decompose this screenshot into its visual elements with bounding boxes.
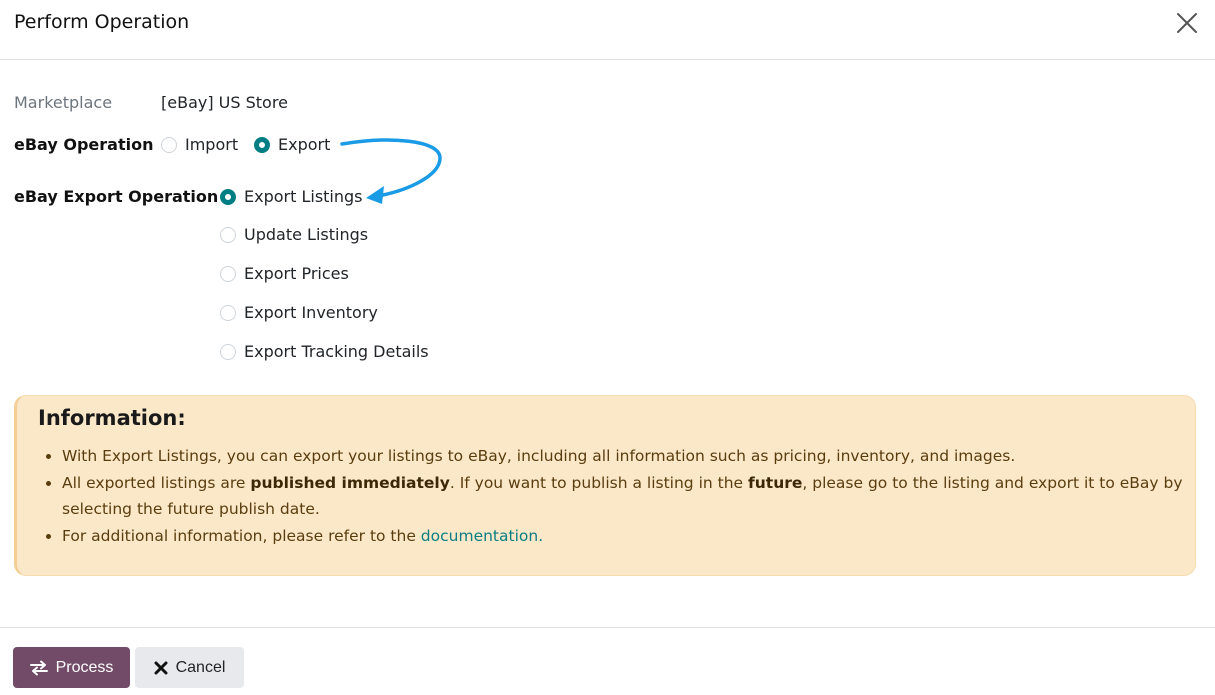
close-icon[interactable] [1175,11,1199,35]
radio-export-prices[interactable]: Export Prices [220,264,349,283]
cancel-button-label: Cancel [175,658,226,676]
process-button[interactable]: Process [13,647,130,688]
information-alert: Information: With Export Listings, you c… [14,395,1196,576]
info-item: All exported listings are published imme… [62,470,1187,523]
info-item-text: With Export Listings, you can export you… [62,447,1016,465]
exchange-icon [29,660,48,675]
radio-circle-checked[interactable] [220,188,236,205]
info-bold-text: future [748,473,803,492]
dialog-header: Perform Operation [0,0,1215,60]
radio-export-inventory[interactable]: Export Inventory [220,303,378,322]
footer-divider [0,627,1215,628]
radio-update-listings-label: Update Listings [244,225,369,244]
radio-export-label: Export [278,135,331,154]
radio-export-tracking-details-label: Export Tracking Details [244,342,429,361]
info-item-text: For additional information, please refer… [62,526,421,545]
info-item: With Export Listings, you can export you… [62,443,1187,470]
annotation-arrow-icon [340,138,442,204]
times-icon [154,661,168,674]
cancel-button[interactable]: Cancel [135,647,244,688]
radio-update-listings[interactable]: Update Listings [220,225,368,244]
radio-circle[interactable] [220,343,236,360]
radio-circle[interactable] [220,265,236,282]
radio-import-label: Import [185,135,239,154]
marketplace-label: Marketplace [14,93,113,112]
info-bold-text: published immediately [250,473,450,492]
radio-circle[interactable] [220,304,236,321]
radio-export[interactable]: Export [254,135,330,154]
info-item: For additional information, please refer… [62,523,1187,550]
info-item-text: . If you want to publish a listing in th… [449,473,748,492]
marketplace-value: [eBay] US Store [161,93,288,112]
information-list: With Export Listings, you can export you… [42,443,1187,549]
radio-export-prices-label: Export Prices [244,264,349,283]
info-item-text: All exported listings are [62,473,251,492]
ebay-operation-label: eBay Operation [14,135,154,154]
radio-import[interactable]: Import [161,135,238,154]
radio-export-inventory-label: Export Inventory [244,303,378,322]
radio-circle[interactable] [161,136,177,153]
information-title: Information: [38,406,186,430]
radio-export-tracking-details[interactable]: Export Tracking Details [220,342,429,361]
radio-circle[interactable] [220,226,236,243]
process-button-label: Process [55,658,114,676]
dialog-title: Perform Operation [14,11,190,33]
ebay-export-operation-label: eBay Export Operation [14,187,219,206]
radio-circle-checked[interactable] [254,136,270,153]
documentation-link[interactable]: documentation. [421,527,543,545]
